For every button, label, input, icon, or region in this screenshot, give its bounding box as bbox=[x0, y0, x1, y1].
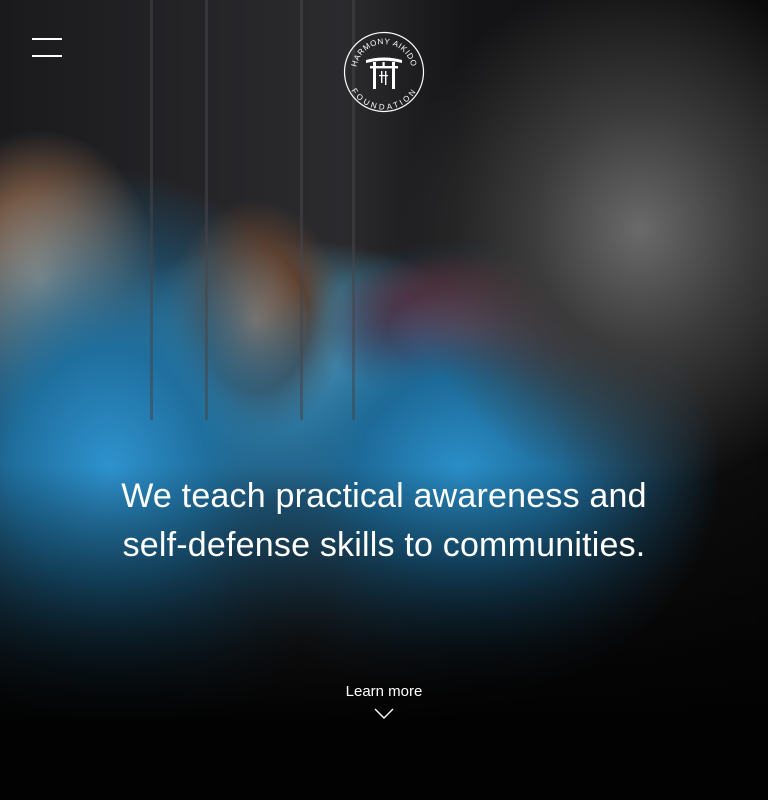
hero-headline-line-1: We teach practical awareness and bbox=[121, 477, 647, 515]
hamburger-menu-icon bbox=[32, 38, 62, 40]
logo-arc-bottom-text: FOUNDATION bbox=[350, 87, 417, 112]
learn-more-label: Learn more bbox=[345, 683, 423, 700]
hero-headline-line-2: self-defense skills to communities. bbox=[122, 526, 646, 564]
menu-button[interactable] bbox=[32, 38, 62, 58]
learn-more-link[interactable]: Learn more bbox=[0, 682, 768, 720]
chevron-down-icon bbox=[374, 708, 394, 719]
harmony-aikido-logo[interactable]: HARMONY AIKIDO FOUNDATION bbox=[343, 31, 425, 113]
svg-text:FOUNDATION: FOUNDATION bbox=[350, 87, 419, 112]
torii-gate-icon bbox=[366, 57, 402, 89]
hero-headline: We teach practical awareness and self-de… bbox=[0, 472, 768, 570]
